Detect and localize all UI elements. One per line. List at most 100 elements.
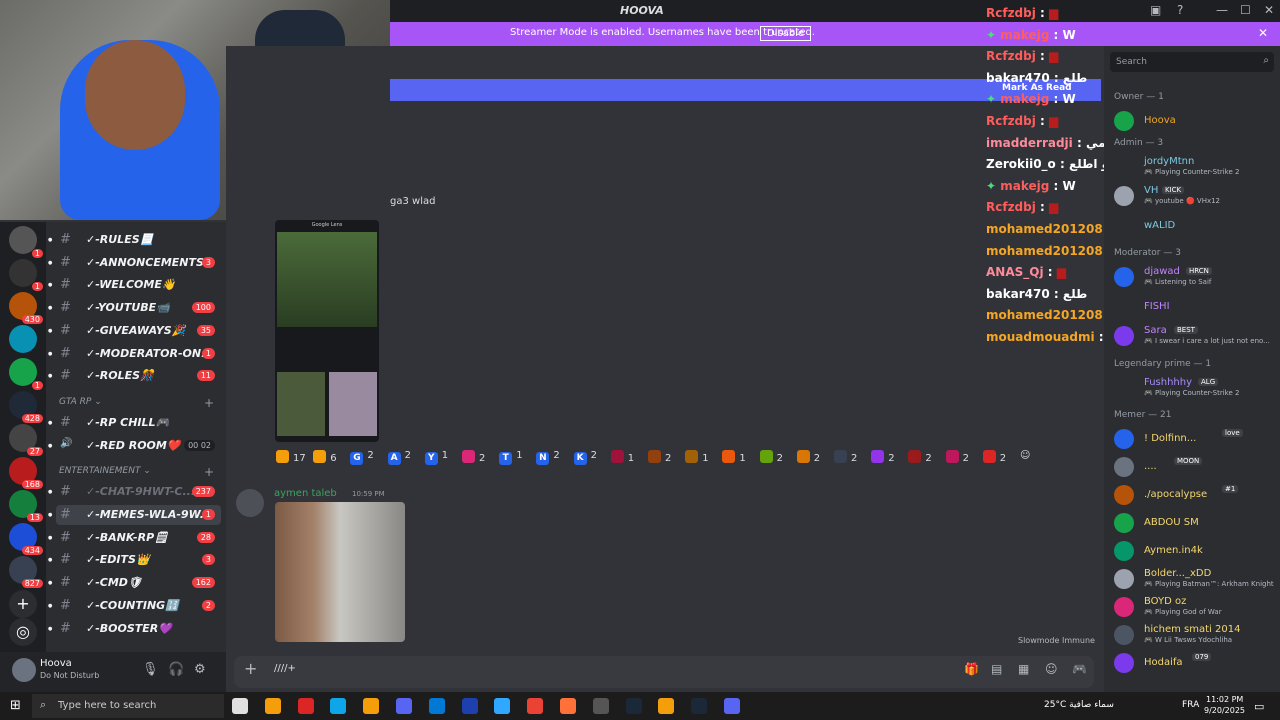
member-item[interactable]: Hoova <box>1114 108 1280 134</box>
reaction-pill[interactable]: T1 <box>499 450 523 468</box>
add-server-icon[interactable]: + <box>9 590 37 618</box>
member-item[interactable]: Aymen.in4k <box>1114 538 1280 564</box>
reaction-pill[interactable]: 2 <box>945 450 969 468</box>
server-icon[interactable]: 27 <box>9 424 43 456</box>
attached-photo[interactable] <box>275 502 405 642</box>
channel-item[interactable]: ● # ✓-BOOSTER💜 <box>48 619 221 639</box>
channel-item[interactable]: ● # ✓-COUNTING🔢 2 <box>48 596 221 616</box>
server-icon[interactable]: 430 <box>9 292 43 324</box>
reaction-pill[interactable]: 2 <box>648 450 671 468</box>
reaction-pill[interactable]: 2 <box>759 450 783 468</box>
language-indicator[interactable]: FRA <box>1182 700 1199 710</box>
channel-item[interactable]: ● # ✓-CMD🛡 162 <box>48 573 221 593</box>
channel-item[interactable]: ● # ✓-GIVEAWAYS🎉 35 <box>48 321 221 341</box>
channel-item[interactable]: ● # ✓-RP CHILL🎮 <box>48 413 221 433</box>
server-icon[interactable]: 168 <box>9 457 43 489</box>
member-item[interactable]: ./apocalypse #1 <box>1114 482 1280 508</box>
attached-screenshot[interactable]: Google Lens <box>275 220 379 442</box>
clock-date[interactable]: 9/20/2025 <box>1204 706 1245 715</box>
channel-category[interactable]: GTA RP ⌄ + <box>59 396 214 410</box>
inbox-icon[interactable]: ▣ <box>1150 3 1161 17</box>
member-item[interactable]: Sara BEST 🎮 I swear i care a lot just not … <box>1114 323 1280 349</box>
settings-gear-icon[interactable]: ⚙ <box>194 662 206 677</box>
gift-icon[interactable]: 🎁 <box>964 662 979 676</box>
server-icon[interactable]: 1 <box>9 358 43 390</box>
reaction-pill[interactable]: 2 <box>796 450 820 468</box>
search-input[interactable]: Search <box>1116 57 1147 67</box>
server-icon[interactable]: 1 <box>9 226 43 258</box>
member-item[interactable]: Fushhhhy ALG 🎮 Playing Counter-Strike 2 <box>1114 375 1280 401</box>
emoji-icon[interactable]: ☺ <box>1045 662 1058 676</box>
taskbar-search-input[interactable]: Type here to search <box>58 700 156 711</box>
taskbar-search[interactable]: ⌕ Type here to search <box>32 694 224 718</box>
close-window-button[interactable]: ✕ <box>1264 3 1274 17</box>
message-input[interactable]: ////+ <box>274 663 296 674</box>
add-channel-icon[interactable]: + <box>204 396 214 410</box>
server-icon[interactable]: 1 <box>9 259 43 291</box>
channel-item[interactable]: ● # ✓-EDITS👑 3 <box>48 550 221 570</box>
apps-icon[interactable]: 🎮 <box>1072 662 1087 676</box>
channel-item[interactable]: ● # ✓-WELCOME👋 <box>48 275 221 295</box>
author-avatar[interactable] <box>236 489 264 517</box>
minimize-button[interactable]: — <box>1216 3 1228 17</box>
channel-category[interactable]: ENTERTAINEMENT ⌄ + <box>59 465 214 479</box>
taskbar-app-icon[interactable] <box>461 698 478 714</box>
reaction-pill[interactable]: 2 <box>871 450 895 468</box>
channel-item[interactable]: ● 🔊 ✓-RED ROOM❤️ 00 02 <box>48 436 221 456</box>
reaction-pill[interactable]: N2 <box>536 450 560 468</box>
member-item[interactable]: jordyMtnn 🎮 Playing Counter-Strike 2 <box>1114 154 1280 180</box>
channel-item[interactable]: ● # ✓-ROLES🎊 11 <box>48 366 221 386</box>
reaction-pill[interactable]: 17 <box>276 450 306 468</box>
reaction-pill[interactable]: 2 <box>834 450 857 468</box>
notification-icon[interactable]: ▭ <box>1254 700 1264 713</box>
reaction-pill[interactable]: 2 <box>462 450 485 468</box>
reaction-pill[interactable]: A2 <box>387 450 411 468</box>
member-item[interactable]: VH KICK 🎮 youtube 🔴 VHx12 <box>1114 183 1280 209</box>
channel-item[interactable]: ● # ✓-CHAT-9HWT-C... 237 <box>48 482 221 502</box>
member-item[interactable]: ! Dolfinn... love <box>1114 426 1280 452</box>
server-icon[interactable]: 428 <box>9 391 43 423</box>
member-item[interactable]: djawad HRCN 🎮 Listening to Saif <box>1114 264 1280 290</box>
maximize-button[interactable]: ☐ <box>1240 3 1251 17</box>
taskbar-app-icon[interactable] <box>658 698 675 714</box>
discover-icon[interactable]: ◎ <box>9 618 37 646</box>
member-item[interactable]: Bolder..._xDD 🎮 Playing Batman™: Arkham K… <box>1114 566 1280 592</box>
channel-item[interactable]: ● # ✓-YOUTUBE📹 100 <box>48 298 221 318</box>
channel-item[interactable]: ● # ✓-RULES📃 <box>48 230 221 250</box>
channel-item[interactable]: ● # ✓-ANNONCEMENTS... 3 <box>48 253 221 273</box>
channel-item[interactable]: ● # ✓-MEMES-WLA-9W... 1 <box>48 505 221 525</box>
help-icon[interactable]: ? <box>1177 3 1183 17</box>
close-banner-icon[interactable]: ✕ <box>1258 26 1268 40</box>
member-item[interactable]: hichem smati 2014 🎮 W Lii Twsws Ydochliha <box>1114 622 1280 648</box>
reaction-pill[interactable]: K2 <box>573 450 597 468</box>
taskbar-app-icon[interactable] <box>428 698 445 714</box>
taskbar-app-icon[interactable] <box>527 698 544 714</box>
server-icon[interactable]: 13 <box>9 490 43 522</box>
taskbar-app-icon[interactable] <box>494 698 511 714</box>
taskbar-app-icon[interactable] <box>264 698 281 714</box>
taskbar-app-icon[interactable] <box>592 698 609 714</box>
add-attachment-icon[interactable]: + <box>244 659 257 678</box>
taskbar-app-icon[interactable] <box>232 698 248 714</box>
server-icon[interactable]: 434 <box>9 523 43 555</box>
sticker-icon[interactable]: ▦ <box>1018 662 1029 676</box>
reaction-pill[interactable]: G2 <box>350 450 374 468</box>
taskbar-app-icon[interactable] <box>330 698 347 714</box>
taskbar-app-icon[interactable] <box>625 698 642 714</box>
reaction-pill[interactable]: 2 <box>908 450 932 468</box>
member-item[interactable]: Hodaifa 079 <box>1114 650 1280 676</box>
clock-time[interactable]: 11:02 PM <box>1206 695 1243 704</box>
channel-item[interactable]: ● # ✓-BANK-RP🗒 28 <box>48 528 221 548</box>
taskbar-app-icon[interactable] <box>691 698 708 714</box>
message-author[interactable]: aymen taleb <box>274 488 337 499</box>
weather-text[interactable]: 25°C سماء صافية <box>1044 700 1114 710</box>
reaction-pill[interactable]: 1 <box>610 450 634 468</box>
reaction-pill[interactable]: 1 <box>722 450 746 468</box>
taskbar-app-icon[interactable] <box>724 698 740 714</box>
disable-streamer-mode-button[interactable]: Disable <box>760 26 812 41</box>
avatar[interactable] <box>12 658 36 682</box>
member-item[interactable]: BOYD oz 🎮 Playing God of War <box>1114 594 1280 620</box>
reaction-pill[interactable]: 1 <box>685 450 709 468</box>
taskbar-app-icon[interactable] <box>297 698 314 714</box>
windows-start-icon[interactable]: ⊞ <box>10 698 21 713</box>
